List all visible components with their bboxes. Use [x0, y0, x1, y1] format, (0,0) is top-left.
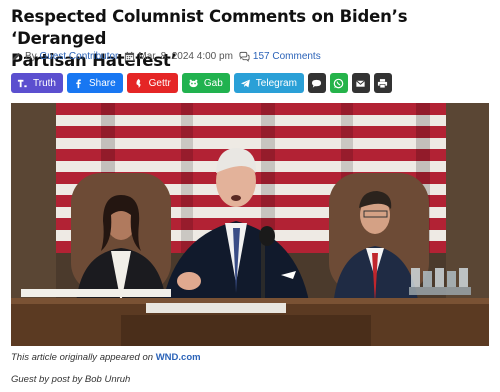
telegram-share-label: Telegram	[255, 77, 297, 89]
byline: Guest by post by Bob Unruh	[11, 374, 131, 385]
gettr-icon	[133, 78, 144, 89]
truth-social-share-button[interactable]: Truth	[11, 73, 63, 93]
comment-icon	[311, 78, 322, 89]
calendar-icon	[124, 51, 135, 62]
author-prefix: By	[25, 50, 37, 62]
facebook-share-button[interactable]: Share	[66, 73, 123, 93]
publish-date: Mar. 8, 2024 4:00 pm	[138, 50, 233, 62]
source-link[interactable]: WND.com	[156, 352, 201, 363]
pencil-icon	[11, 51, 22, 62]
article-meta: By Guest Contributor Mar. 8, 2024 4:00 p…	[11, 49, 321, 63]
truth-social-icon	[17, 78, 28, 89]
caption-prefix: This article originally appeared on	[11, 352, 154, 363]
telegram-icon	[240, 78, 251, 89]
article-photo	[11, 103, 489, 346]
comments-link[interactable]: 157 Comments	[253, 51, 321, 62]
print-button[interactable]	[373, 73, 392, 93]
photo-caption: This article originally appeared on WND.…	[11, 352, 201, 363]
share-bar: Truth Share Gettr Gab Telegram	[11, 73, 392, 93]
whatsapp-share-button[interactable]	[329, 73, 348, 93]
gab-icon	[188, 78, 199, 89]
email-icon	[355, 78, 366, 89]
facebook-icon	[73, 78, 84, 89]
facebook-share-label: Share	[88, 77, 116, 89]
gettr-share-label: Gettr	[148, 77, 171, 89]
comment-share-button[interactable]	[307, 73, 326, 93]
gab-share-button[interactable]: Gab	[181, 73, 230, 93]
telegram-share-button[interactable]: Telegram	[233, 73, 304, 93]
author-link[interactable]: Guest Contributor	[39, 51, 118, 62]
article-title-line-1: Respected Columnist Comments on Biden’s …	[11, 7, 408, 48]
glassware	[409, 268, 471, 295]
comments-icon	[239, 51, 250, 62]
gab-share-label: Gab	[203, 77, 223, 89]
gettr-share-button[interactable]: Gettr	[126, 73, 178, 93]
whatsapp-icon	[333, 78, 344, 89]
truth-social-share-label: Truth	[33, 77, 56, 89]
email-share-button[interactable]	[351, 73, 370, 93]
print-icon	[377, 78, 388, 89]
state-of-the-union-photo	[11, 103, 489, 346]
